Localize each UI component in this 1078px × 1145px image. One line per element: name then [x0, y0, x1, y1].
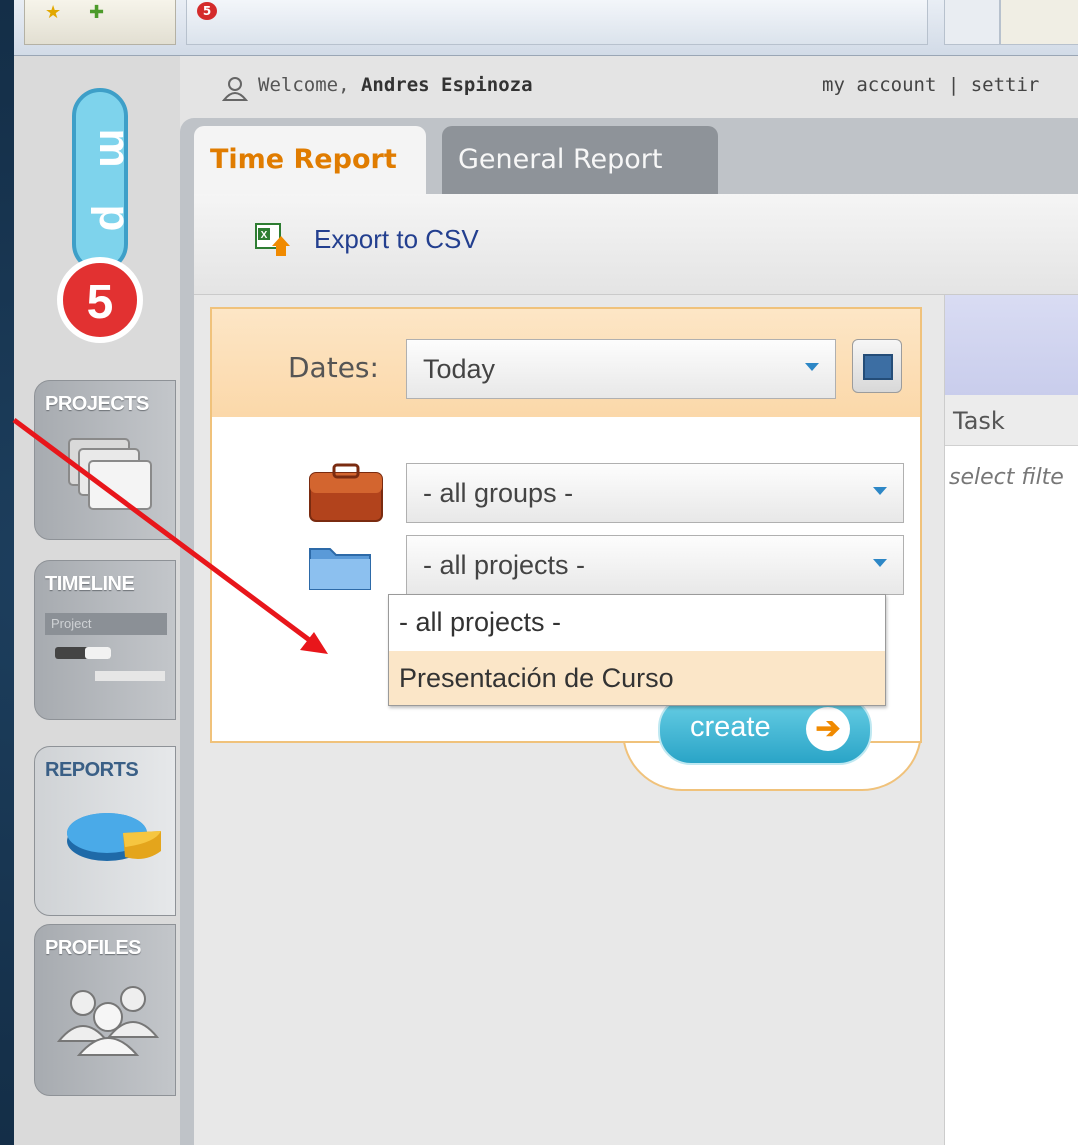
- user-name: Andres Espinoza: [360, 74, 533, 96]
- briefcase-icon: [309, 463, 383, 522]
- chevron-down-icon: [805, 363, 819, 371]
- browser-toolbar: ★ ✚ 5: [14, 0, 1078, 56]
- report-header: [945, 295, 1078, 395]
- folder-icon: [309, 548, 371, 590]
- projects-select-value: - all projects -: [423, 550, 586, 580]
- report-hint-text: select filte: [949, 465, 1064, 490]
- task-column-header[interactable]: Task: [945, 395, 1078, 446]
- browser-tab-button[interactable]: [1000, 0, 1078, 45]
- welcome-text: Welcome, Andres Espinoza: [258, 74, 533, 96]
- add-favorite-icon[interactable]: ✚: [89, 2, 104, 23]
- pie-chart-icon: [67, 813, 161, 861]
- sidebar-item-profiles[interactable]: PROFILES: [34, 924, 176, 1096]
- app-screenshot: ★ ✚ 5 m p 5 PROJECTS TIMELINE Project RE…: [14, 0, 1078, 1145]
- sidebar-item-label: PROFILES: [45, 937, 142, 959]
- dropdown-option-highlighted[interactable]: Presentación de Curso: [389, 651, 885, 705]
- svg-text:X: X: [261, 230, 268, 241]
- account-links[interactable]: my account | settir: [822, 74, 1039, 96]
- create-button-label: create: [690, 711, 771, 743]
- filter-header: Dates: Today: [212, 309, 920, 417]
- report-toolbar: X Export to CSV: [194, 194, 1078, 295]
- tab-time-report[interactable]: Time Report: [194, 126, 426, 194]
- browser-tab-button[interactable]: [944, 0, 1000, 45]
- svg-text:p: p: [90, 205, 139, 232]
- sidebar-item-projects[interactable]: PROJECTS: [34, 380, 176, 540]
- folders-icon: [68, 438, 152, 510]
- user-icon: [222, 77, 248, 101]
- site-logo-icon: 5: [197, 2, 217, 20]
- tab-general-report[interactable]: General Report: [442, 126, 718, 194]
- welcome-prefix: Welcome,: [258, 74, 361, 96]
- browser-tab[interactable]: 5: [186, 0, 928, 45]
- dates-select[interactable]: Today: [406, 339, 836, 399]
- groups-select[interactable]: - all groups -: [406, 463, 904, 523]
- svg-text:5: 5: [87, 276, 114, 329]
- chevron-down-icon: [873, 559, 887, 567]
- users-icon: [56, 986, 160, 1056]
- chevron-down-icon: [873, 487, 887, 495]
- dates-label: Dates:: [288, 351, 379, 384]
- dates-select-value: Today: [423, 354, 496, 384]
- sidebar-item-timeline[interactable]: TIMELINE Project: [34, 560, 176, 720]
- calendar-button[interactable]: [852, 339, 902, 393]
- sidebar: m p 5 PROJECTS TIMELINE Project REPORTS …: [14, 56, 180, 1145]
- favorites-bar: ★ ✚: [24, 0, 176, 45]
- groups-select-value: - all groups -: [423, 478, 574, 508]
- 5pm-logo-icon: m p 5: [57, 88, 143, 343]
- sidebar-item-label: TIMELINE: [45, 573, 135, 595]
- projects-dropdown-menu: - all projects - Presentación de Curso: [388, 594, 886, 706]
- report-panel: Task select filte: [944, 295, 1078, 1145]
- star-icon[interactable]: ★: [45, 2, 61, 23]
- sidebar-item-reports[interactable]: REPORTS: [34, 746, 176, 916]
- report-content: Dates: Today - all groups - - all projec…: [194, 295, 1078, 1145]
- calendar-icon: [863, 354, 893, 380]
- projects-select[interactable]: - all projects -: [406, 535, 904, 595]
- task-column-label: Task: [953, 407, 1005, 435]
- sidebar-item-label: REPORTS: [45, 759, 139, 781]
- svg-text:m: m: [90, 128, 139, 167]
- arrow-right-icon: ➔: [806, 707, 850, 751]
- timeline-project-label: Project: [45, 613, 167, 635]
- excel-export-icon[interactable]: X: [254, 222, 290, 256]
- sidebar-item-label: PROJECTS: [45, 393, 149, 415]
- export-csv-link[interactable]: Export to CSV: [314, 224, 479, 255]
- dropdown-option[interactable]: - all projects -: [389, 595, 885, 649]
- timeline-icon: [55, 647, 165, 681]
